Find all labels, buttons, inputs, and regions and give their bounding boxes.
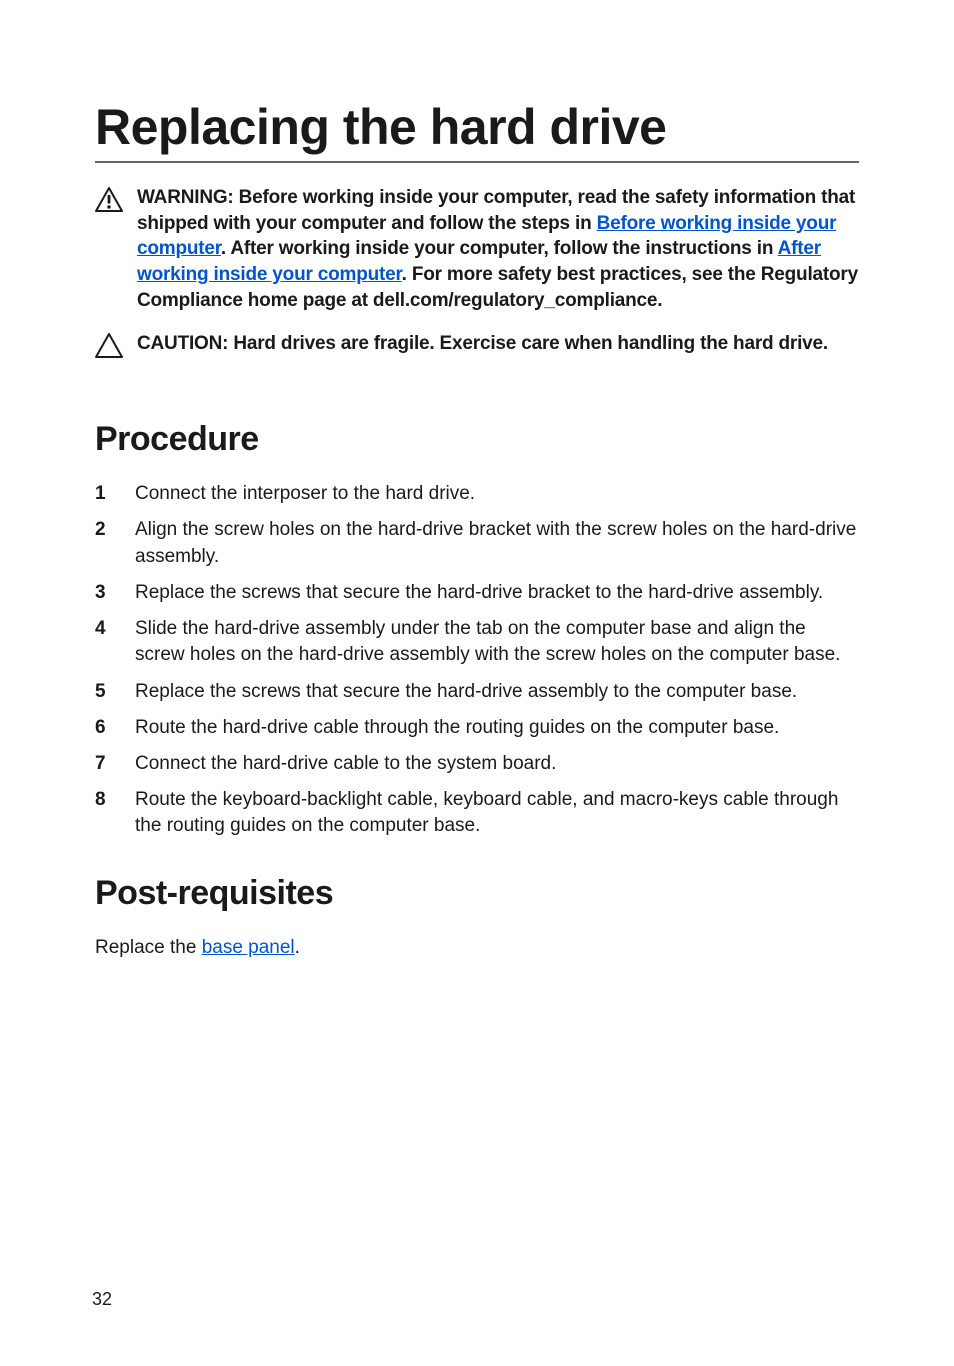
list-item: Connect the hard-drive cable to the syst…: [95, 751, 859, 777]
step-text: Connect the interposer to the hard drive…: [135, 481, 475, 507]
document-page: Replacing the hard drive WARNING: Before…: [0, 0, 954, 1366]
step-text: Route the hard-drive cable through the r…: [135, 715, 779, 741]
page-title: Replacing the hard drive: [95, 100, 859, 155]
step-text: Connect the hard-drive cable to the syst…: [135, 751, 556, 777]
page-number: 32: [92, 1289, 112, 1310]
caution-icon: [95, 333, 123, 364]
warning-text: WARNING: Before working inside your comp…: [137, 185, 859, 313]
section-heading-procedure: Procedure: [95, 420, 859, 459]
list-item: Slide the hard-drive assembly under the …: [95, 616, 859, 668]
caution-callout: CAUTION: Hard drives are fragile. Exerci…: [95, 331, 859, 364]
list-item: Replace the screws that secure the hard-…: [95, 679, 859, 705]
list-item: Route the keyboard-backlight cable, keyb…: [95, 787, 859, 839]
link-base-panel[interactable]: base panel: [202, 937, 295, 958]
postreq-text-post: .: [295, 937, 300, 958]
postreq-text-pre: Replace the: [95, 937, 202, 958]
step-text: Replace the screws that secure the hard-…: [135, 580, 823, 606]
warning-text-mid: . After working inside your computer, fo…: [221, 238, 778, 259]
list-item: Align the screw holes on the hard-drive …: [95, 517, 859, 569]
list-item: Route the hard-drive cable through the r…: [95, 715, 859, 741]
warning-icon: [95, 187, 123, 218]
step-text: Replace the screws that secure the hard-…: [135, 679, 797, 705]
procedure-steps-list: Connect the interposer to the hard drive…: [95, 481, 859, 839]
list-item: Replace the screws that secure the hard-…: [95, 580, 859, 606]
caution-text: CAUTION: Hard drives are fragile. Exerci…: [137, 331, 828, 357]
list-item: Connect the interposer to the hard drive…: [95, 481, 859, 507]
title-divider: [95, 161, 859, 163]
postreq-text: Replace the base panel.: [95, 935, 859, 961]
warning-callout: WARNING: Before working inside your comp…: [95, 185, 859, 313]
step-text: Route the keyboard-backlight cable, keyb…: [135, 787, 859, 839]
step-text: Align the screw holes on the hard-drive …: [135, 517, 859, 569]
step-text: Slide the hard-drive assembly under the …: [135, 616, 859, 668]
section-heading-postreq: Post-requisites: [95, 874, 859, 913]
